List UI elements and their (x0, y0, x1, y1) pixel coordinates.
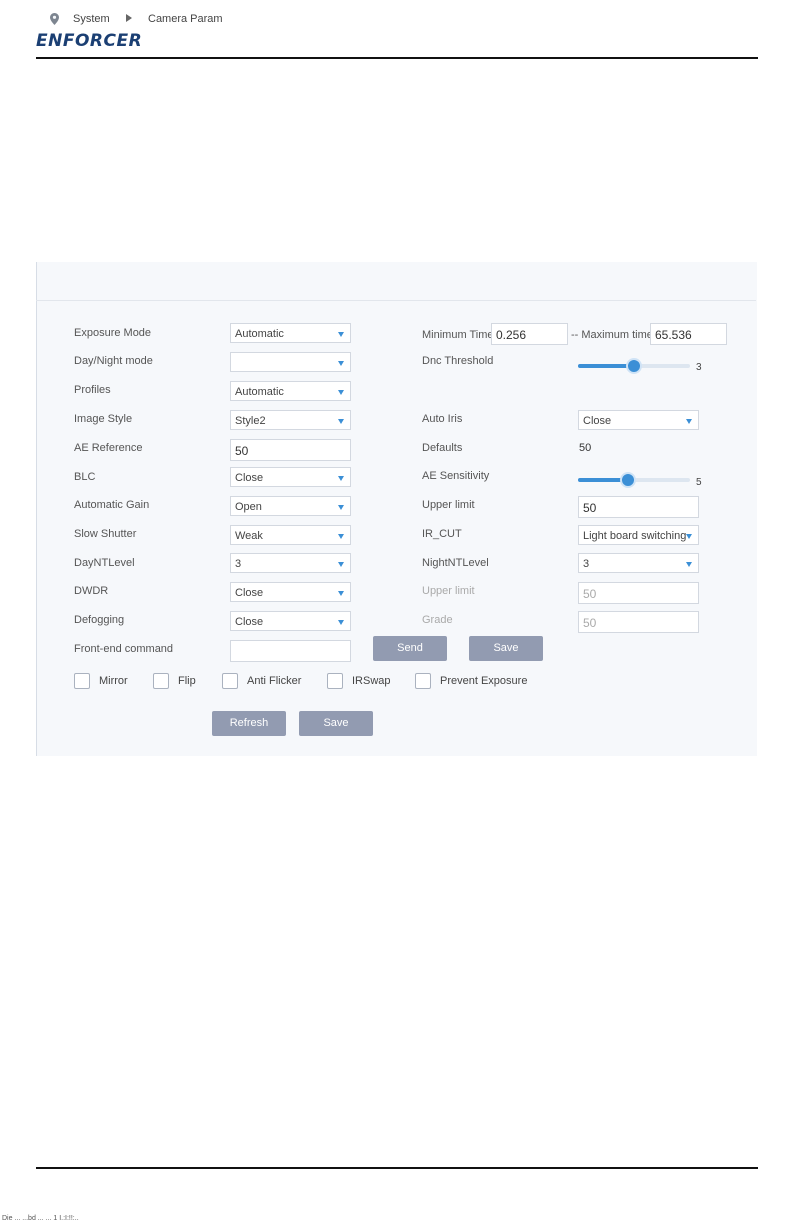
ir-cut-select[interactable]: Light board switching (578, 525, 699, 545)
dnc-threshold-slider[interactable] (578, 358, 690, 374)
image-style-value: Style2 (235, 415, 266, 427)
chevron-down-icon (338, 591, 344, 596)
image-style-label: Image Style (74, 413, 133, 425)
dwdr-value: Close (235, 587, 264, 599)
minimum-time-input[interactable]: 0.256 (491, 323, 568, 345)
upper-limit-2-label: Upper limit (422, 585, 475, 597)
breadcrumb (36, 262, 756, 301)
grade-label: Grade (422, 614, 453, 626)
blc-label: BLC (74, 471, 96, 483)
dwdr-label: DWDR (74, 585, 109, 597)
chevron-down-icon (338, 505, 344, 510)
upper-limit-input[interactable]: 50 (578, 496, 699, 518)
chevron-down-icon (338, 332, 344, 337)
dwdr-select[interactable]: Close (230, 582, 351, 602)
day-nt-level-select[interactable]: 3 (230, 553, 351, 573)
blc-select[interactable]: Close (230, 467, 351, 487)
maximum-time-label: -- Maximum time (571, 329, 653, 341)
save-command-button[interactable]: Save (469, 636, 543, 661)
chevron-down-icon (338, 419, 344, 424)
footer-text: Die ... ...bd ... ... 1 I.:I:!!:.. (2, 1215, 79, 1222)
ir-cut-value: Light board switching (583, 530, 687, 542)
ae-sensitivity-slider[interactable] (578, 472, 690, 488)
ae-reference-label: AE Reference (74, 442, 143, 454)
header-divider (36, 57, 758, 59)
profiles-label: Profiles (74, 384, 111, 396)
chevron-down-icon (686, 419, 692, 424)
defogging-value: Close (235, 616, 264, 628)
maximum-time-input[interactable]: 65.536 (650, 323, 727, 345)
mirror-label: Mirror (99, 675, 128, 687)
breadcrumb-camera-param: Camera Param (148, 13, 223, 25)
dnc-threshold-value: 3 (696, 362, 702, 373)
upper-limit-label: Upper limit (422, 499, 475, 511)
slow-shutter-value: Weak (235, 530, 263, 542)
blc-value: Close (235, 472, 264, 484)
minimum-time-label: Minimum Time (422, 329, 494, 341)
ae-sensitivity-slider-handle[interactable] (620, 472, 636, 488)
brand-logo: ENFORCER (36, 31, 143, 51)
refresh-button[interactable]: Refresh (212, 711, 286, 736)
image-style-select[interactable]: Style2 (230, 410, 351, 430)
profiles-value: Automatic (235, 386, 284, 398)
day-night-mode-label: Day/Night mode (74, 355, 153, 367)
grade-input: 50 (578, 611, 699, 633)
breadcrumb-arrow-icon (126, 14, 132, 22)
day-nt-level-value: 3 (235, 558, 242, 570)
dnc-threshold-label: Dnc Threshold (422, 355, 494, 367)
prevent-exposure-label: Prevent Exposure (440, 675, 528, 687)
chevron-down-icon (686, 534, 692, 539)
ir-cut-label: IR_CUT (422, 528, 462, 540)
ae-sensitivity-value: 5 (696, 477, 702, 488)
automatic-gain-label: Automatic Gain (74, 499, 150, 511)
automatic-gain-value: Open (235, 501, 262, 513)
automatic-gain-select[interactable]: Open (230, 496, 351, 516)
dnc-threshold-slider-handle[interactable] (626, 358, 642, 374)
anti-flicker-label: Anti Flicker (247, 675, 302, 687)
chevron-down-icon (338, 390, 344, 395)
ae-reference-input[interactable]: 50 (230, 439, 351, 461)
footer-divider (36, 1167, 758, 1169)
flip-checkbox[interactable] (153, 673, 169, 689)
night-nt-level-label: NightNTLevel (422, 557, 489, 569)
irswap-checkbox[interactable] (327, 673, 343, 689)
front-end-command-input[interactable] (230, 640, 351, 662)
chevron-down-icon (338, 562, 344, 567)
prevent-exposure-checkbox[interactable] (415, 673, 431, 689)
location-pin-icon (50, 13, 59, 25)
save-button[interactable]: Save (299, 711, 373, 736)
auto-iris-label: Auto Iris (422, 413, 463, 425)
front-end-command-label: Front-end command (74, 643, 174, 655)
chevron-down-icon (338, 476, 344, 481)
send-button[interactable]: Send (373, 636, 447, 661)
mirror-checkbox[interactable] (74, 673, 90, 689)
night-nt-level-select[interactable]: 3 (578, 553, 699, 573)
defogging-label: Defogging (74, 614, 125, 626)
chevron-down-icon (338, 361, 344, 366)
irswap-label: IRSwap (352, 675, 391, 687)
slow-shutter-select[interactable]: Weak (230, 525, 351, 545)
anti-flicker-checkbox[interactable] (222, 673, 238, 689)
ae-sensitivity-label: AE Sensitivity (422, 470, 490, 482)
chevron-down-icon (338, 534, 344, 539)
upper-limit-2-input: 50 (578, 582, 699, 604)
defaults-label: Defaults (422, 442, 463, 454)
day-night-mode-select[interactable] (230, 352, 351, 372)
chevron-down-icon (338, 620, 344, 625)
flip-label: Flip (178, 675, 196, 687)
breadcrumb-system[interactable]: System (73, 13, 110, 25)
auto-iris-select[interactable]: Close (578, 410, 699, 430)
defaults-value: 50 (579, 442, 592, 454)
night-nt-level-value: 3 (583, 558, 590, 570)
day-nt-level-label: DayNTLevel (74, 557, 135, 569)
profiles-select[interactable]: Automatic (230, 381, 351, 401)
exposure-mode-value: Automatic (235, 328, 284, 340)
exposure-mode-label: Exposure Mode (74, 327, 152, 339)
slow-shutter-label: Slow Shutter (74, 528, 137, 540)
defogging-select[interactable]: Close (230, 611, 351, 631)
auto-iris-value: Close (583, 415, 612, 427)
exposure-mode-select[interactable]: Automatic (230, 323, 351, 343)
chevron-down-icon (686, 562, 692, 567)
